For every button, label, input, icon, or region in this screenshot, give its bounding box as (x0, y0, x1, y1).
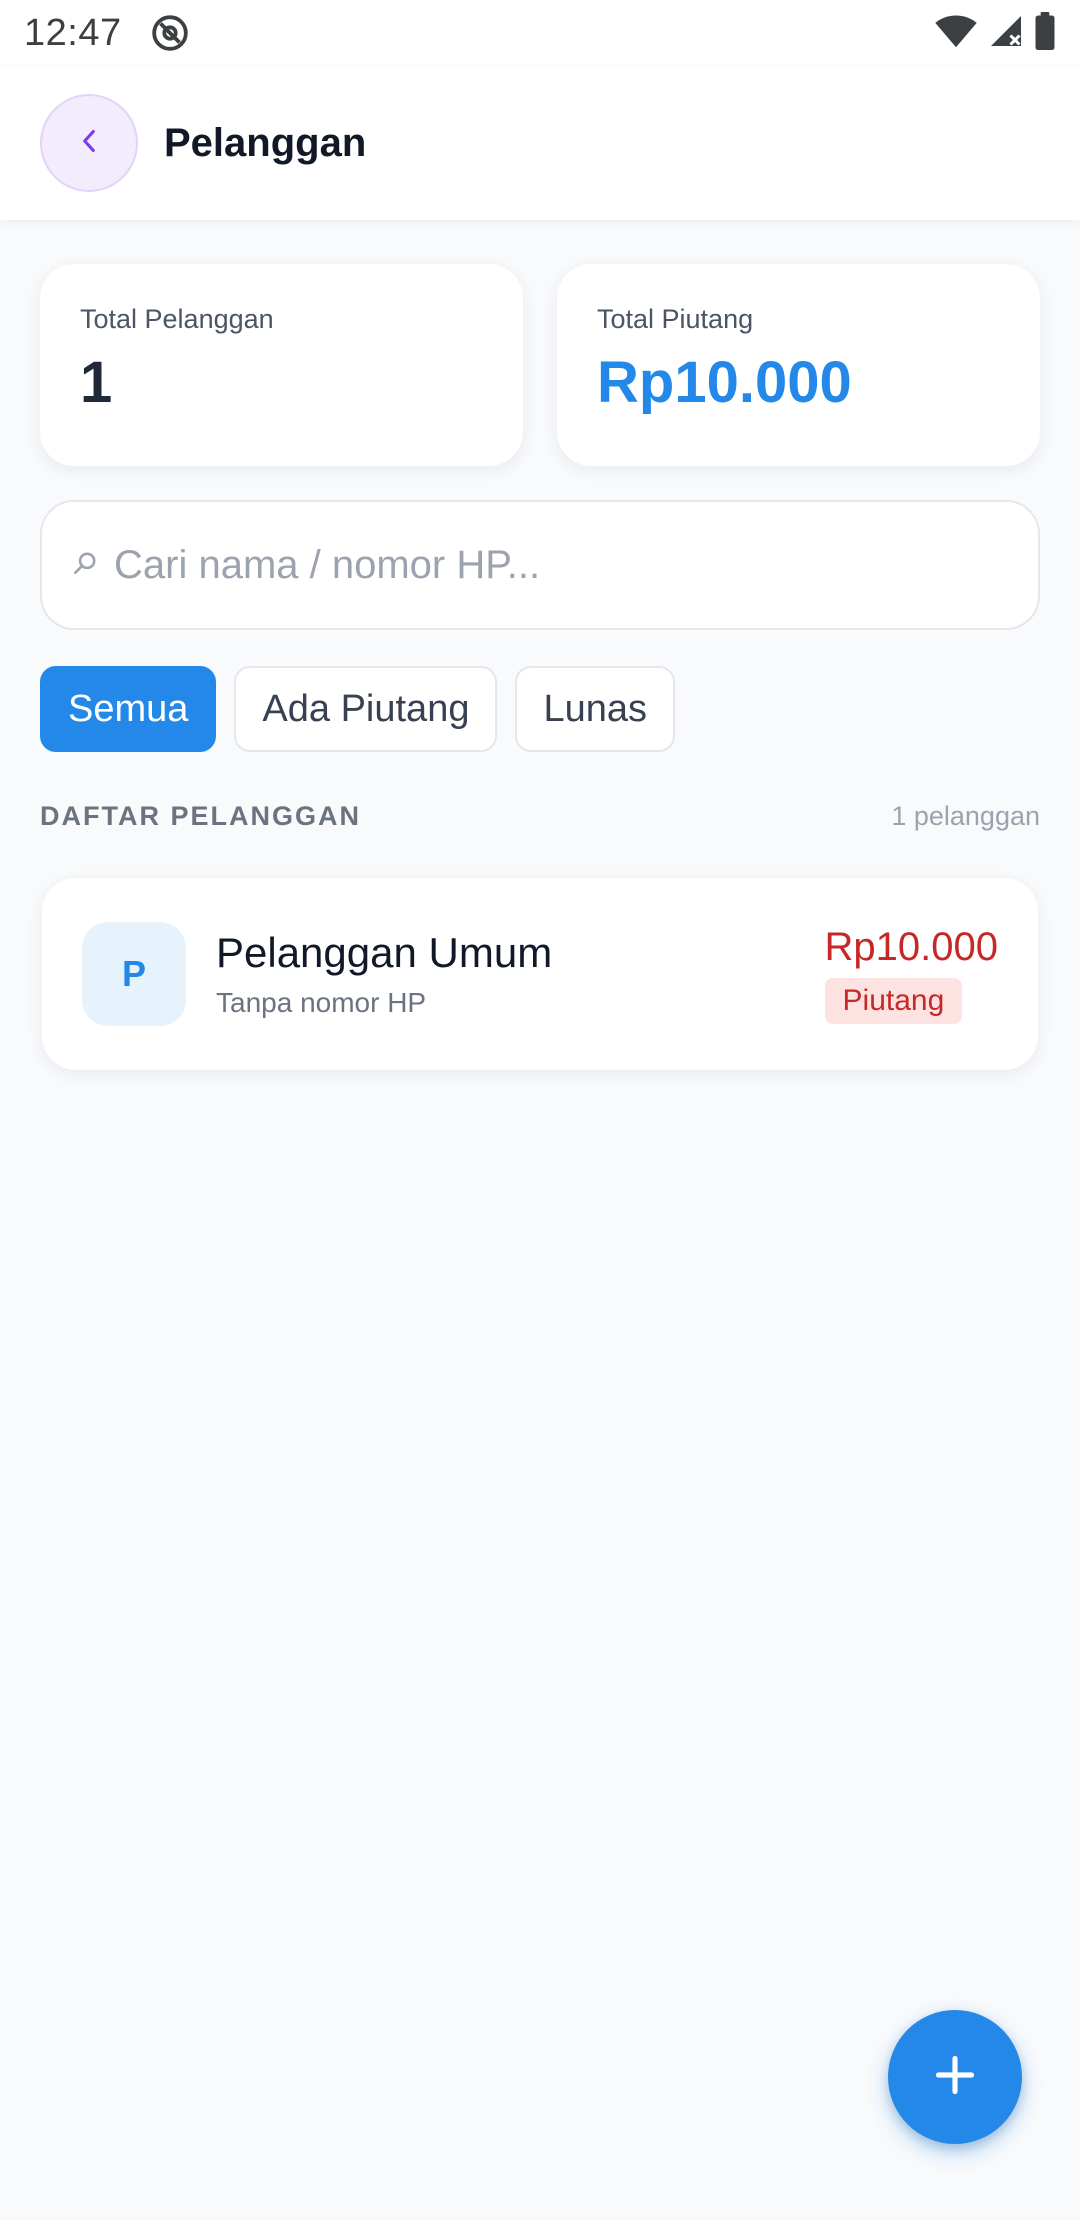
signal-icon (988, 13, 1024, 54)
status-icons (934, 11, 1056, 55)
filter-chips: Semua Ada Piutang Lunas (40, 666, 676, 752)
app-header: Pelanggan (0, 66, 1080, 220)
search-icon (72, 550, 98, 581)
total-customers-label: Total Pelanggan (80, 304, 274, 334)
customer-amount: Rp10.000 (824, 924, 998, 969)
customer-list-header: DAFTAR PELANGGAN 1 pelanggan (40, 796, 1040, 836)
summary-row: Total Pelanggan 1 Total Piutang Rp10.000 (40, 264, 1040, 466)
avatar: P (82, 922, 186, 1026)
page-title: Pelanggan (164, 120, 367, 165)
total-customers-value: 1 (80, 350, 113, 415)
total-receivable-label: Total Piutang (597, 304, 754, 334)
total-customers-card: Total Pelanggan 1 (40, 264, 523, 466)
plus-icon (933, 2053, 977, 2102)
search-input[interactable] (114, 542, 994, 588)
customer-phone: Tanpa nomor HP (216, 987, 427, 1018)
customer-list-title: DAFTAR PELANGGAN (40, 800, 361, 831)
filter-chip-lunas[interactable]: Lunas (515, 666, 676, 752)
wifi-icon (934, 13, 978, 54)
total-receivable-card: Total Piutang Rp10.000 (557, 264, 1040, 466)
back-button[interactable] (40, 94, 138, 192)
battery-icon (1034, 11, 1056, 55)
status-badge: Piutang (824, 977, 963, 1024)
customer-count: 1 pelanggan (891, 800, 1040, 831)
total-receivable-value: Rp10.000 (597, 350, 852, 415)
customer-name: Pelanggan Umum (216, 929, 553, 976)
customer-info: Pelanggan Umum Tanpa nomor HP (216, 929, 825, 1019)
search-box[interactable] (40, 500, 1040, 630)
filter-chip-ada-piutang[interactable]: Ada Piutang (234, 666, 498, 752)
at-sign-icon (150, 13, 190, 53)
customer-balance: Rp10.000 Piutang (824, 924, 998, 1024)
filter-chip-semua[interactable]: Semua (40, 666, 217, 752)
add-customer-button[interactable] (888, 2010, 1022, 2144)
status-bar: 12:47 (0, 0, 1080, 66)
list-item[interactable]: P Pelanggan Umum Tanpa nomor HP Rp10.000… (42, 878, 1038, 1070)
customers-screen: 12:47 Pelanggan Total Pelanggan 1 Total … (0, 0, 1080, 2220)
chevron-left-icon (79, 129, 99, 158)
status-time: 12:47 (24, 11, 122, 54)
